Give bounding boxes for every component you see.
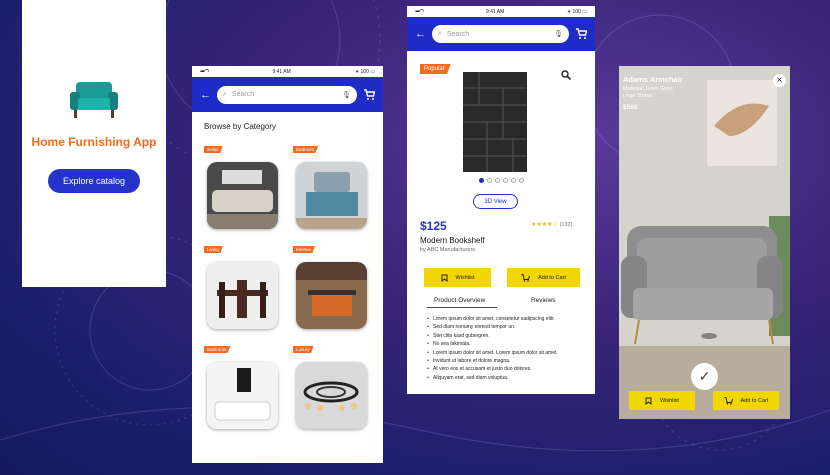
review-count: (132) bbox=[559, 222, 573, 228]
battery-level: 100 bbox=[360, 68, 369, 75]
product-price: $125 bbox=[420, 219, 447, 233]
wishlist-label: Wishlist bbox=[455, 274, 475, 281]
list-item: No sea takimata. bbox=[427, 341, 592, 347]
wishlist-label: Wishlist bbox=[660, 397, 679, 404]
signal-icon: ▪▪▪ ◠ bbox=[415, 9, 424, 15]
list-item: Lorem ipsum dolor sit amet, consetetur s… bbox=[427, 316, 592, 322]
cart-icon[interactable] bbox=[363, 88, 375, 101]
category-label: Living bbox=[204, 246, 223, 253]
back-arrow-icon[interactable]: ← bbox=[415, 28, 426, 40]
sofas-image bbox=[207, 162, 278, 229]
category-label: Bedroom bbox=[293, 146, 319, 153]
product-screen: ▪▪▪ ◠ 9:41 AM ∗ 100 ▭ ← ⌕ Search 🎙 Popul… bbox=[407, 6, 595, 394]
microphone-icon[interactable]: 🎙 bbox=[554, 30, 563, 38]
close-icon[interactable]: × bbox=[773, 74, 786, 87]
battery-icon: ▭ bbox=[370, 68, 375, 75]
pager-dot[interactable] bbox=[478, 178, 484, 183]
ar-product-price: $560 bbox=[623, 104, 638, 111]
popular-badge: Popular bbox=[420, 64, 451, 74]
status-time: 9:41 AM bbox=[272, 68, 291, 75]
manufacturer: by ABC Manufacturers bbox=[420, 247, 476, 253]
category-label: Sofas bbox=[204, 146, 223, 153]
splash-screen: Home Furnishing App Explore catalog bbox=[22, 0, 166, 287]
explore-catalog-button[interactable]: Explore catalog bbox=[48, 169, 140, 193]
back-arrow-icon[interactable]: ← bbox=[200, 89, 211, 101]
category-label: Bathroom bbox=[204, 346, 231, 353]
list-item: Lorem ipsum dolor sit amet. Lorem ipsum … bbox=[427, 350, 592, 356]
search-icon: ⌕ bbox=[223, 90, 227, 98]
zoom-icon[interactable] bbox=[561, 70, 571, 80]
ar-wishlist-button[interactable]: Wishlist bbox=[629, 391, 695, 410]
list-item: At vero eos et accusam et justo duo dolo… bbox=[427, 366, 592, 372]
product-name: Modern Bookshelf bbox=[420, 236, 485, 245]
bedroom-image bbox=[296, 162, 367, 229]
search-input[interactable]: ⌕ Search 🎙 bbox=[432, 25, 569, 43]
search-placeholder: Search bbox=[231, 91, 255, 98]
list-item: Stet clita kasd gubergren. bbox=[427, 333, 592, 339]
pager-dot[interactable] bbox=[502, 178, 508, 183]
ar-product-legs: Legs: Brass bbox=[623, 93, 653, 99]
bookmark-icon bbox=[441, 274, 448, 282]
living-image bbox=[207, 262, 278, 329]
app-bar: ← ⌕ Search 🎙 bbox=[407, 17, 595, 51]
pager-dot[interactable] bbox=[510, 178, 516, 183]
list-item: Sed diam nonumy eirmod tempor un. bbox=[427, 324, 592, 330]
armchair-icon bbox=[70, 82, 118, 118]
cart-plus-icon bbox=[521, 273, 531, 282]
cart-icon[interactable] bbox=[575, 28, 587, 40]
overview-list: Lorem ipsum dolor sit amet, consetetur s… bbox=[427, 316, 592, 383]
bathroom-image bbox=[207, 362, 278, 429]
signal-icon: ▪▪▪ ◠ bbox=[200, 69, 209, 75]
list-item: Aliquyam erat, sed diam voluptua. bbox=[427, 375, 592, 381]
category-label: Kitchen bbox=[293, 246, 316, 253]
bluetooth-icon: ∗ bbox=[354, 68, 360, 75]
pager-dot[interactable] bbox=[486, 178, 492, 183]
microphone-icon[interactable]: 🎙 bbox=[342, 91, 351, 99]
status-bar: ▪▪▪ ◠ 9:41 AM ∗ 100 ▭ bbox=[192, 66, 383, 77]
ar-product-name: Adams Armchair bbox=[623, 75, 683, 84]
active-tab-underline bbox=[427, 307, 497, 308]
cart-plus-icon bbox=[724, 396, 733, 405]
kitchen-image bbox=[296, 262, 367, 329]
bluetooth-icon: ∗ bbox=[566, 8, 572, 15]
pager-dot[interactable] bbox=[494, 178, 500, 183]
search-placeholder: Search bbox=[446, 30, 470, 38]
confirm-placement-button[interactable]: ✓ bbox=[691, 363, 718, 390]
add-to-cart-button[interactable]: Add to Cart bbox=[507, 268, 580, 287]
app-bar: ← ⌕ Search 🎙 bbox=[192, 77, 383, 112]
ar-product-material: Material: Dove Grey, bbox=[623, 86, 674, 92]
cart-label: Add to Cart bbox=[740, 397, 769, 404]
rating-stars: ★★★★☆ (132) bbox=[531, 221, 572, 228]
pager-dot[interactable] bbox=[518, 178, 524, 183]
tab-reviews[interactable]: Reviews bbox=[531, 297, 556, 304]
app-title: Home Furnishing App bbox=[31, 135, 157, 149]
star-icons: ★★★★☆ bbox=[531, 222, 558, 228]
battery-level: 100 bbox=[572, 8, 581, 15]
status-time: 9:41 AM bbox=[485, 8, 505, 15]
bookshelf-image bbox=[463, 72, 527, 172]
luxury-image bbox=[296, 362, 367, 429]
ar-add-to-cart-button[interactable]: Add to Cart bbox=[713, 391, 779, 410]
wishlist-button[interactable]: Wishlist bbox=[424, 268, 491, 287]
search-input[interactable]: ⌕ Search 🎙 bbox=[217, 85, 357, 104]
cart-label: Add to Cart bbox=[538, 274, 566, 281]
ar-view-screen: Adams Armchair Material: Dove Grey, Legs… bbox=[619, 66, 790, 419]
checkmark-icon: ✓ bbox=[698, 368, 711, 384]
browse-heading: Browse by Category bbox=[204, 122, 277, 131]
image-pager[interactable] bbox=[407, 178, 595, 183]
tab-product-overview[interactable]: Product Overview bbox=[434, 297, 485, 304]
3d-view-button[interactable]: 3D View bbox=[473, 194, 518, 209]
status-bar: ▪▪▪ ◠ 9:41 AM ∗ 100 ▭ bbox=[407, 6, 595, 17]
categories-screen: ▪▪▪ ◠ 9:41 AM ∗ 100 ▭ ← ⌕ Search 🎙 Brows… bbox=[192, 66, 383, 463]
list-item: Invidunt ut labore et dolore magna. bbox=[427, 358, 592, 364]
category-label: Luxury bbox=[293, 346, 314, 353]
search-icon: ⌕ bbox=[438, 30, 442, 37]
battery-icon: ▭ bbox=[582, 8, 587, 15]
product-info-overlay: Adams Armchair Material: Dove Grey, Legs… bbox=[623, 75, 683, 111]
bookmark-icon bbox=[645, 397, 652, 405]
